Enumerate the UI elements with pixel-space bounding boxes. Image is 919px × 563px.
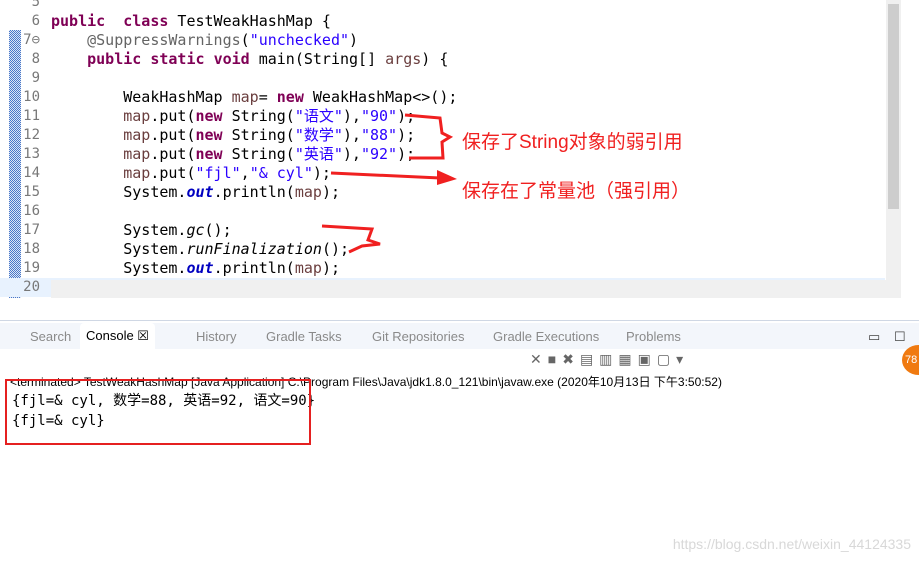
brace-mark-2	[321, 224, 381, 254]
display-console-icon[interactable]: ▣	[638, 351, 657, 367]
console-toolbar: ✕■✖▤▥▦▣▢▾	[530, 351, 689, 368]
view-tabs: Search Console ☒ History Gradle Tasks Gi…	[0, 323, 919, 349]
arrow-head	[437, 170, 457, 185]
brace-mark	[404, 113, 454, 160]
tab-gradle-executions[interactable]: Gradle Executions	[493, 329, 599, 344]
console-panel: Search Console ☒ History Gradle Tasks Gi…	[0, 320, 919, 563]
strong-reference-note: 保存在了常量池（强引用）	[462, 181, 691, 202]
remove-all-icon[interactable]: ✖	[562, 351, 580, 367]
watermark: https://blog.csdn.net/weixin_44124335	[672, 536, 911, 552]
tab-gradle-tasks[interactable]: Gradle Tasks	[266, 329, 342, 344]
tab-console[interactable]: Console ☒	[80, 323, 155, 349]
open-console-icon[interactable]: ▢▾	[657, 351, 689, 367]
weak-reference-note: 保存了String对象的弱引用	[462, 132, 683, 153]
tab-git-repositories[interactable]: Git Repositories	[372, 329, 464, 344]
tab-problems[interactable]: Problems	[626, 329, 681, 344]
highlight-box	[5, 379, 311, 445]
scroll-lock-icon[interactable]: ▥	[599, 351, 618, 367]
pin-console-icon[interactable]: ▦	[618, 351, 637, 367]
terminate-icon[interactable]: ■	[548, 351, 562, 367]
minimize-icon[interactable]: ▭	[868, 329, 880, 345]
remove-launch-icon[interactable]: ✕	[530, 351, 548, 367]
red-annotations	[321, 113, 457, 254]
maximize-icon[interactable]: ☐	[894, 329, 906, 345]
tab-search[interactable]: Search	[30, 329, 71, 344]
arrow-mark	[330, 171, 441, 180]
clear-console-icon[interactable]: ▤	[580, 351, 599, 367]
tab-history[interactable]: History	[196, 329, 236, 344]
